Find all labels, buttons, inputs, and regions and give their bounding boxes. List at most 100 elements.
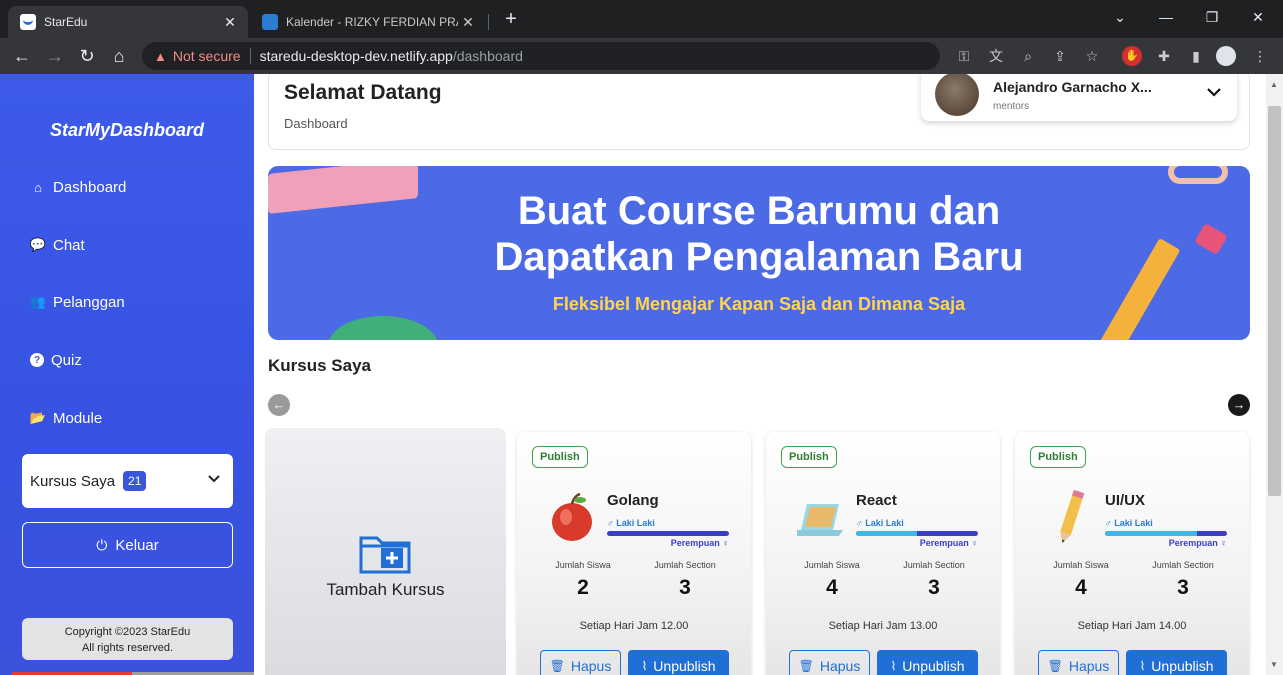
unpublish-button[interactable]: ⌇ Unpublish bbox=[1126, 650, 1227, 675]
students-label: Jumlah Siswa bbox=[555, 560, 611, 570]
tab-search-icon[interactable]: ⌄ bbox=[1100, 4, 1140, 30]
paperclip-icon: ⌇ bbox=[890, 659, 897, 673]
delete-button[interactable]: 🗑 Hapus bbox=[540, 650, 621, 675]
sidebar-item-quiz[interactable]: ? Quiz bbox=[30, 348, 82, 372]
banner-title-line: Buat Course Barumu dan bbox=[517, 189, 1001, 233]
key-icon[interactable]: ⚿ bbox=[954, 46, 974, 66]
tab-title: Kalender - RIZKY FERDIAN PRASE bbox=[286, 15, 458, 29]
tab-separator bbox=[488, 14, 489, 30]
female-label: Perempuan ♀ bbox=[670, 538, 729, 548]
sections-label: Jumlah Section bbox=[1152, 560, 1214, 570]
male-label: ♂ Laki Laki bbox=[1105, 518, 1153, 528]
breadcrumb: Dashboard bbox=[284, 116, 348, 131]
section-title: Kursus Saya bbox=[268, 356, 371, 375]
gender-ratio-bar bbox=[607, 531, 729, 536]
scroll-down-icon[interactable]: ▼ bbox=[1270, 660, 1278, 669]
side-panel-icon[interactable]: ▮ bbox=[1186, 46, 1206, 66]
profile-avatar-icon[interactable] bbox=[1216, 46, 1236, 66]
extensions-puzzle-icon[interactable]: ✚ bbox=[1154, 46, 1174, 66]
unpublish-label: Unpublish bbox=[653, 658, 716, 674]
scroll-thumb[interactable] bbox=[1268, 106, 1281, 496]
sidebar-item-pelanggan[interactable]: 👥 Pelanggan bbox=[30, 290, 125, 314]
schedule-text: Setiap Hari Jam 12.00 bbox=[579, 620, 689, 632]
security-label: Not secure bbox=[172, 48, 241, 64]
url-path: /dashboard bbox=[452, 48, 523, 64]
carousel-next-button[interactable]: → bbox=[1228, 394, 1250, 416]
status-badge: Publish bbox=[781, 446, 837, 468]
tab-title: StarEdu bbox=[44, 15, 88, 29]
paperclip-icon: ⌇ bbox=[641, 659, 648, 673]
extension-stop-icon[interactable]: ✋ bbox=[1122, 46, 1142, 66]
avatar bbox=[935, 74, 979, 116]
logout-label: Keluar bbox=[115, 536, 159, 554]
kursus-saya-select[interactable]: Kursus Saya 21 bbox=[22, 454, 233, 508]
delete-button[interactable]: 🗑 Hapus bbox=[1038, 650, 1119, 675]
female-label: Perempuan ♀ bbox=[1168, 538, 1227, 548]
brand-logo: StarMyDashboard bbox=[49, 120, 205, 140]
translate-icon[interactable]: 文 bbox=[986, 46, 1006, 66]
reload-icon[interactable]: ↻ bbox=[75, 44, 99, 68]
gender-ratio-bar bbox=[856, 531, 978, 536]
students-label: Jumlah Siswa bbox=[1053, 560, 1109, 570]
logout-button[interactable]: ⏻ Keluar bbox=[22, 522, 233, 568]
unpublish-button[interactable]: ⌇ Unpublish bbox=[628, 650, 729, 675]
bookmark-star-icon[interactable]: ☆ bbox=[1082, 46, 1102, 66]
calendar-favicon-icon bbox=[262, 14, 278, 30]
url-bar[interactable]: ▲ Not secure staredu-desktop-dev.netlify… bbox=[142, 42, 940, 70]
laptop-icon bbox=[797, 504, 843, 536]
students-count: 4 bbox=[1075, 576, 1087, 599]
sidebar-item-module[interactable]: 📂 Module bbox=[30, 406, 102, 430]
window-close-icon[interactable]: ✕ bbox=[1238, 4, 1278, 30]
tab-staredu[interactable]: StarEdu ✕ bbox=[8, 6, 248, 38]
select-label: Kursus Saya bbox=[30, 472, 116, 490]
students-label: Jumlah Siswa bbox=[804, 560, 860, 570]
new-tab-icon[interactable]: + bbox=[500, 8, 522, 30]
carousel-prev-button[interactable]: ← bbox=[268, 394, 290, 416]
course-card: Publish React ♂ Laki Laki Perempuan ♀ Ju… bbox=[766, 432, 1000, 675]
share-icon[interactable]: ⇪ bbox=[1050, 46, 1070, 66]
female-label: Perempuan ♀ bbox=[919, 538, 978, 548]
folder-icon: 📂 bbox=[29, 410, 47, 425]
chevron-down-icon bbox=[208, 475, 220, 483]
unpublish-button[interactable]: ⌇ Unpublish bbox=[877, 650, 978, 675]
zoom-icon[interactable]: ⌕ bbox=[1018, 46, 1038, 66]
close-tab-icon[interactable]: ✕ bbox=[220, 14, 240, 31]
sidebar-item-dashboard[interactable]: ⌂ Dashboard bbox=[30, 175, 126, 199]
globe-illustration bbox=[328, 316, 438, 340]
user-role: mentors bbox=[993, 101, 1030, 112]
user-name: Alejandro Garnacho X... bbox=[993, 79, 1152, 95]
tab-kalender[interactable]: Kalender - RIZKY FERDIAN PRASE ✕ bbox=[250, 6, 486, 38]
delete-label: Hapus bbox=[1068, 658, 1110, 674]
students-count: 4 bbox=[826, 576, 838, 599]
male-label: ♂ Laki Laki bbox=[607, 518, 655, 528]
students-count: 2 bbox=[577, 576, 589, 599]
gender-ratio-bar bbox=[1105, 531, 1227, 536]
course-name: Golang bbox=[607, 492, 659, 509]
restore-icon[interactable]: ❐ bbox=[1192, 4, 1232, 30]
schedule-text: Setiap Hari Jam 13.00 bbox=[828, 620, 938, 632]
chevron-down-icon[interactable] bbox=[1205, 83, 1223, 101]
menu-kebab-icon[interactable]: ⋮ bbox=[1250, 46, 1270, 66]
question-icon: ? bbox=[30, 353, 44, 367]
banner-title: Buat Course Barumu dan Dapatkan Pengalam… bbox=[268, 188, 1250, 280]
sections-label: Jumlah Section bbox=[654, 560, 716, 570]
sidebar-item-label: Chat bbox=[53, 236, 85, 254]
sidebar-item-label: Quiz bbox=[51, 351, 82, 369]
scroll-up-icon[interactable]: ▲ bbox=[1270, 80, 1278, 89]
user-menu[interactable]: Alejandro Garnacho X... mentors bbox=[921, 74, 1237, 121]
banner-title-line: Dapatkan Pengalaman Baru bbox=[494, 235, 1024, 279]
back-icon[interactable]: ← bbox=[10, 44, 34, 68]
squiggle-illustration bbox=[1168, 166, 1228, 184]
delete-button[interactable]: 🗑 Hapus bbox=[789, 650, 870, 675]
sidebar-item-chat[interactable]: 💬 Chat bbox=[30, 233, 85, 257]
page-scrollbar[interactable]: ▲ ▼ bbox=[1266, 74, 1283, 675]
home-icon[interactable]: ⌂ bbox=[107, 44, 131, 68]
count-badge: 21 bbox=[123, 471, 147, 491]
url-host: staredu-desktop-dev.netlify.app bbox=[259, 48, 453, 64]
close-tab-icon[interactable]: ✕ bbox=[458, 14, 478, 31]
sidebar: StarMyDashboard ⌂ Dashboard 💬 Chat 👥 Pel… bbox=[0, 74, 1272, 675]
promo-banner: Buat Course Barumu dan Dapatkan Pengalam… bbox=[268, 166, 1250, 340]
forward-icon[interactable]: → bbox=[43, 44, 67, 68]
add-course-card[interactable]: Tambah Kursus bbox=[265, 428, 506, 675]
minimize-icon[interactable]: — bbox=[1146, 4, 1186, 30]
